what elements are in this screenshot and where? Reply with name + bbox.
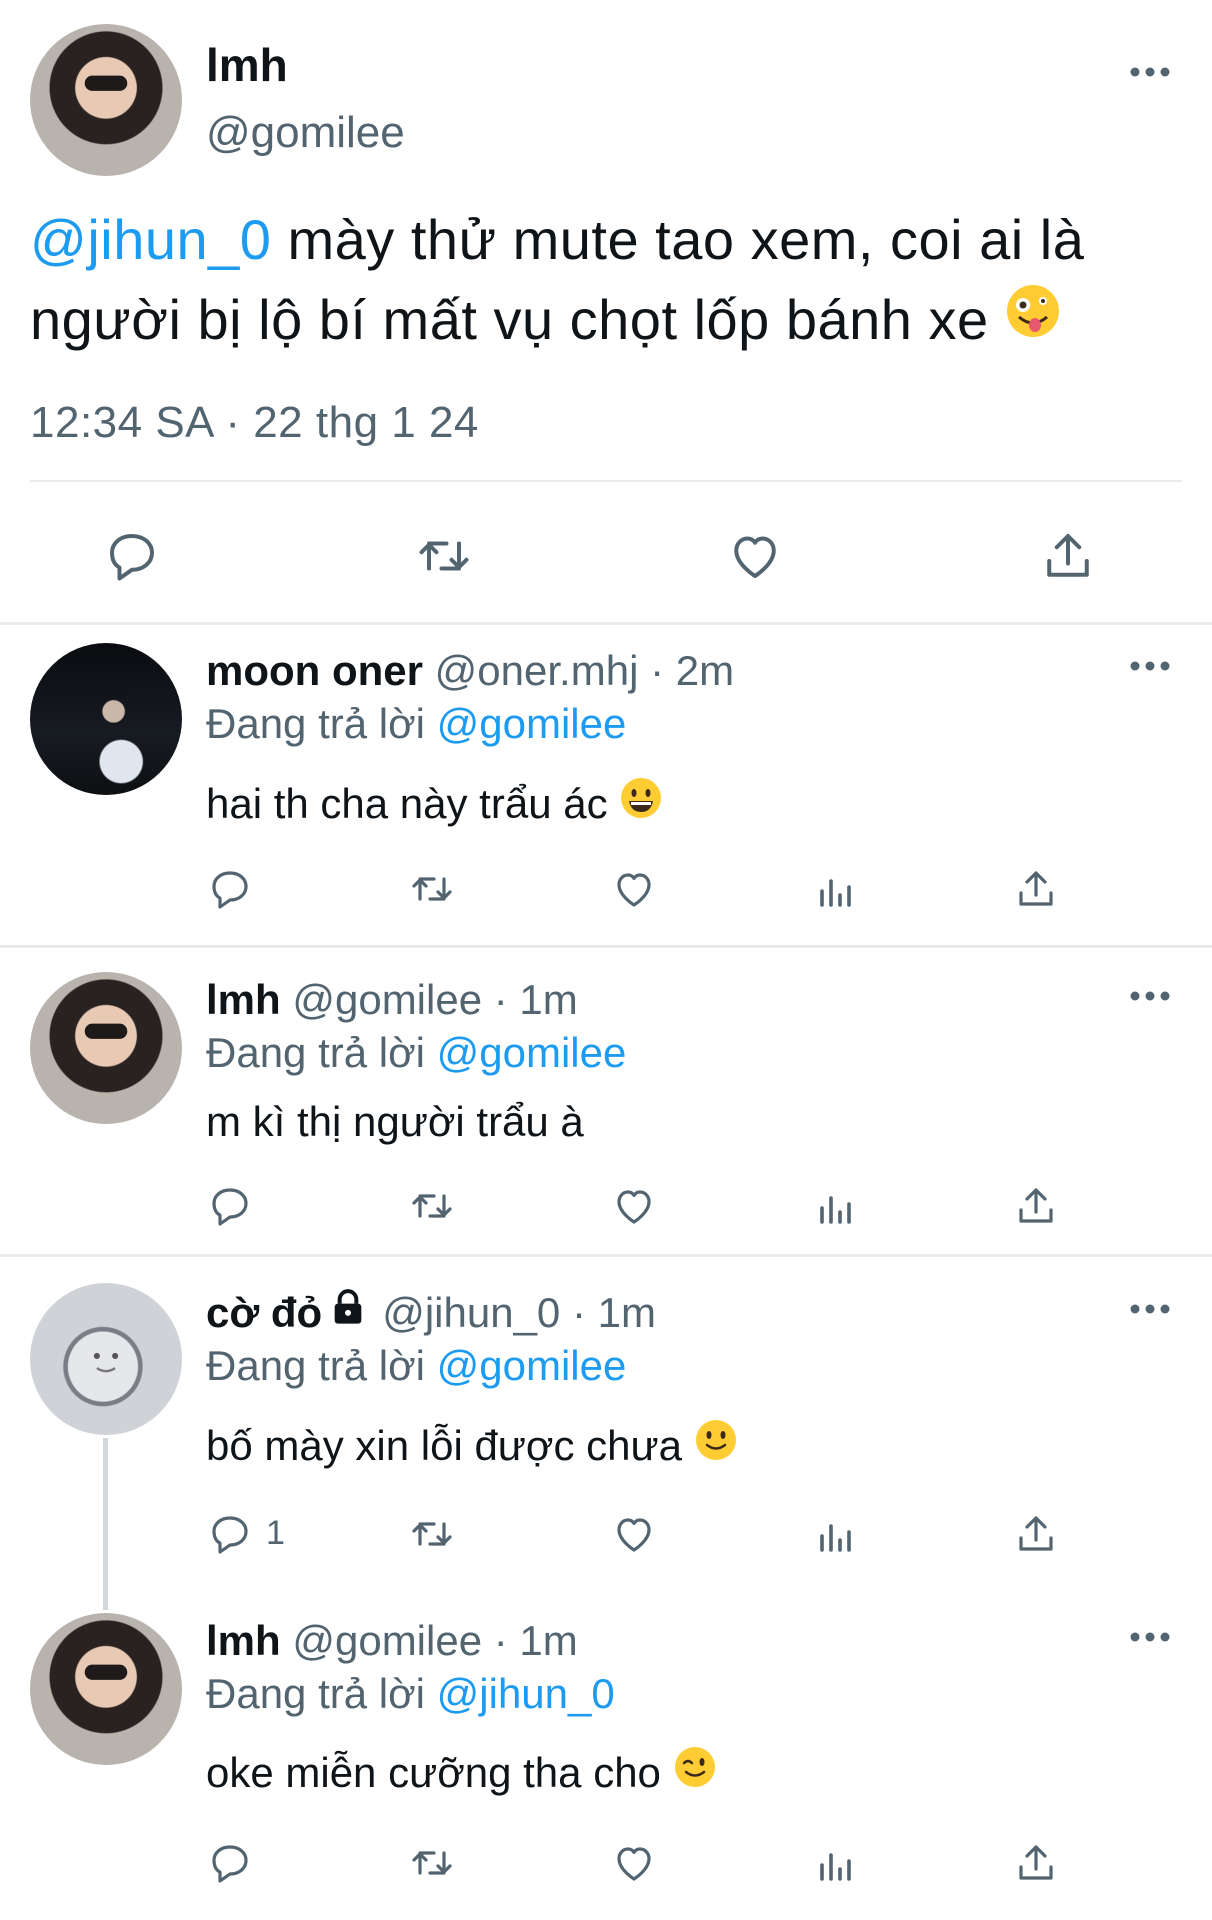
- reply-header: cờ đỏ @jihun_0 · 1m: [206, 1289, 656, 1341]
- share-icon[interactable]: [1038, 526, 1098, 586]
- lock-icon: [328, 1287, 368, 1337]
- avatar[interactable]: [30, 972, 182, 1124]
- like-icon[interactable]: [610, 1839, 658, 1887]
- reply-handle-time: @gomilee · 1m: [280, 1617, 578, 1664]
- reply-tweet[interactable]: cờ đỏ @jihun_0 · 1m Đang trả lời @gomile…: [0, 1257, 1212, 1587]
- replying-to: Đang trả lời @gomilee: [206, 1342, 626, 1390]
- avatar[interactable]: [30, 24, 182, 176]
- more-options-icon[interactable]: [1128, 62, 1172, 82]
- reply-author-name[interactable]: moon oner: [206, 647, 423, 694]
- reply-icon[interactable]: [206, 1182, 254, 1230]
- reply-action-bar: [0, 1182, 1212, 1242]
- face-shading: [84, 1023, 128, 1039]
- retweet-icon[interactable]: [408, 1510, 456, 1558]
- zany-face-emoji: [1005, 280, 1061, 360]
- like-icon[interactable]: [610, 1182, 658, 1230]
- main-action-bar: [0, 510, 1212, 600]
- share-icon[interactable]: [1012, 865, 1060, 913]
- tweet-timestamp[interactable]: 12:34 SA · 22 thg 1 24: [30, 398, 479, 448]
- views-icon[interactable]: [812, 865, 860, 913]
- replying-to: Đang trả lời @jihun_0: [206, 1670, 615, 1718]
- share-icon[interactable]: [1012, 1510, 1060, 1558]
- replying-mention[interactable]: @gomilee: [437, 1029, 627, 1076]
- face-shading: [84, 75, 128, 91]
- slightly-smiling-face-emoji: [694, 1418, 738, 1472]
- mention-link[interactable]: @jihun_0: [30, 208, 271, 271]
- retweet-icon[interactable]: [408, 865, 456, 913]
- more-options-icon[interactable]: [1128, 1627, 1172, 1647]
- winking-face-emoji: [673, 1745, 717, 1799]
- reply-icon[interactable]: [206, 1839, 254, 1887]
- tweet-thread-page: lmh @gomilee @jihun_0 mày thử mute tao x…: [0, 0, 1212, 1920]
- replying-mention[interactable]: @gomilee: [437, 1342, 627, 1389]
- like-icon[interactable]: [610, 1510, 658, 1558]
- replying-label: Đang trả lời: [206, 700, 437, 747]
- reply-text: oke miễn cưỡng tha cho: [206, 1747, 717, 1803]
- share-icon[interactable]: [1012, 1182, 1060, 1230]
- tweet-body: @jihun_0 mày thử mute tao xem, coi ai là…: [30, 200, 1180, 364]
- more-options-icon[interactable]: [1128, 986, 1172, 1006]
- reply-text: hai th cha này trẩu ác: [206, 778, 663, 834]
- reply-handle-time: @gomilee · 1m: [280, 976, 578, 1023]
- reply-handle-time: @jihun_0 · 1m: [382, 1289, 656, 1336]
- reply-author-name[interactable]: lmh: [206, 1617, 281, 1664]
- cat-face: [93, 1352, 119, 1373]
- reply-text-content: bố mày xin lỗi được chưa: [206, 1422, 694, 1470]
- reply-tweet[interactable]: moon oner @oner.mhj · 2m Đang trả lời @g…: [0, 625, 1212, 945]
- main-tweet: lmh @gomilee @jihun_0 mày thử mute tao x…: [0, 0, 1212, 622]
- more-options-icon[interactable]: [1128, 656, 1172, 676]
- share-icon[interactable]: [1012, 1839, 1060, 1887]
- retweet-icon[interactable]: [408, 1839, 456, 1887]
- more-options-icon[interactable]: [1128, 1299, 1172, 1319]
- reply-text-content: hai th cha này trẩu ác: [206, 780, 620, 828]
- reply-tweet[interactable]: lmh @gomilee · 1m Đang trả lời @jihun_0 …: [0, 1587, 1212, 1920]
- reply-header: moon oner @oner.mhj · 2m: [206, 647, 734, 695]
- like-icon[interactable]: [725, 526, 785, 586]
- replying-to: Đang trả lời @gomilee: [206, 700, 626, 748]
- reply-author-name[interactable]: cờ đỏ: [206, 1289, 322, 1336]
- author-name[interactable]: lmh: [206, 38, 288, 92]
- like-icon[interactable]: [610, 865, 658, 913]
- reply-text: m kì thị người trẩu à: [206, 1098, 584, 1146]
- reply-tweet[interactable]: lmh @gomilee · 1m Đang trả lời @gomilee …: [0, 948, 1212, 1254]
- face-shading: [84, 1664, 128, 1680]
- grinning-face-emoji: [619, 776, 663, 830]
- views-icon[interactable]: [812, 1182, 860, 1230]
- reply-count: 1: [266, 1514, 285, 1552]
- reply-header: lmh @gomilee · 1m: [206, 1617, 578, 1665]
- replying-mention[interactable]: @gomilee: [437, 700, 627, 747]
- reply-icon[interactable]: [206, 1510, 254, 1558]
- replying-label: Đang trả lời: [206, 1670, 437, 1717]
- author-handle[interactable]: @gomilee: [206, 108, 405, 158]
- views-icon[interactable]: [812, 1839, 860, 1887]
- avatar[interactable]: [30, 1613, 182, 1765]
- reply-action-bar: 1: [0, 1510, 1212, 1570]
- reply-action-bar: [0, 1839, 1212, 1899]
- replying-to: Đang trả lời @gomilee: [206, 1029, 626, 1077]
- reply-text-content: oke miễn cưỡng tha cho: [206, 1749, 673, 1797]
- replying-label: Đang trả lời: [206, 1029, 437, 1076]
- reply-text-content: m kì thị người trẩu à: [206, 1098, 584, 1145]
- reply-action-bar: [0, 865, 1212, 925]
- retweet-icon[interactable]: [408, 1182, 456, 1230]
- tweet-text-line1: mày thử mute tao xem, coi ai là: [271, 208, 1085, 271]
- reply-icon[interactable]: [102, 526, 162, 586]
- avatar[interactable]: [30, 643, 182, 795]
- reply-icon[interactable]: [206, 865, 254, 913]
- views-icon[interactable]: [812, 1510, 860, 1558]
- avatar[interactable]: [30, 1283, 182, 1435]
- retweet-icon[interactable]: [414, 526, 474, 586]
- reply-handle-time: @oner.mhj · 2m: [423, 647, 735, 694]
- replying-label: Đang trả lời: [206, 1342, 437, 1389]
- replying-mention[interactable]: @jihun_0: [437, 1670, 615, 1717]
- reply-author-name[interactable]: lmh: [206, 976, 281, 1023]
- reply-header: lmh @gomilee · 1m: [206, 976, 578, 1024]
- tweet-text-line2: người bị lộ bí mất vụ chọt lốp bánh xe: [30, 288, 1005, 351]
- divider: [30, 480, 1182, 482]
- reply-text: bố mày xin lỗi được chưa: [206, 1420, 738, 1476]
